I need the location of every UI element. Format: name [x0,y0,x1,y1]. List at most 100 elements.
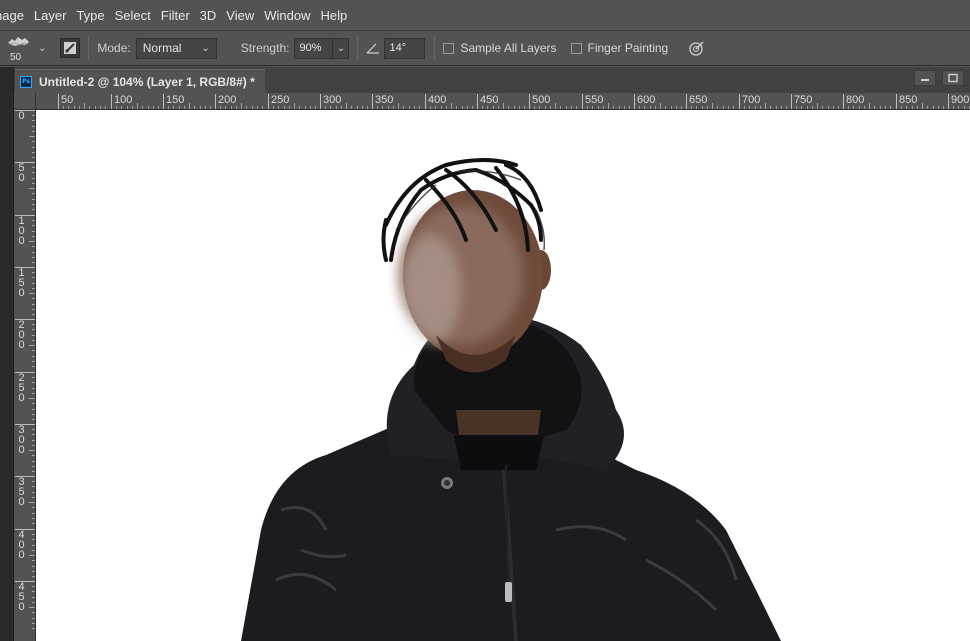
minimize-button[interactable] [914,70,936,86]
sample-all-layers-option[interactable]: Sample All Layers [443,41,557,55]
ruler-origin[interactable] [15,93,36,110]
ruler-tick [32,177,35,179]
ruler-tick [419,106,421,109]
angle-input[interactable]: 14° [384,37,426,59]
ruler-tick [451,103,453,109]
ruler-tick [780,106,782,109]
ruler-tick [717,106,719,109]
ruler-tick [623,106,625,109]
strength-dropdown-button[interactable]: ⌄ [332,37,350,59]
ruler-tick [356,106,358,109]
ruler-tick [822,106,824,109]
horizontal-ruler[interactable]: 50 100 150 200 250 300 350 400 450 500 550 600 650 70… [36,93,970,110]
ruler-tick [32,617,35,619]
ruler-tick [32,246,35,248]
ruler-tick [32,387,35,389]
ruler-tick [445,106,447,109]
ruler-tick [706,106,708,109]
menu-layer[interactable]: Layer [29,0,72,31]
ruler-tick [963,106,965,109]
ruler-tick [544,106,546,109]
menu-help[interactable]: Help [316,0,353,31]
ruler-tick [32,339,35,341]
ruler-tick [32,277,35,279]
ruler-tick [199,106,201,109]
ruler-tick [283,106,285,109]
ruler-tick [32,360,35,362]
ruler-tick [137,103,139,109]
ruler-tick [29,345,35,347]
chevron-down-icon: ⌄ [336,42,346,54]
ruler-tick [629,106,631,109]
ruler-tick [32,628,35,630]
ruler-tick [32,565,35,567]
ruler-tick [32,601,35,603]
ruler-tick [874,106,876,109]
ruler-tick [958,106,960,109]
ruler-tick [32,125,35,127]
canvas-image [241,158,781,641]
ruler-tick [94,106,96,109]
ruler-tick [937,106,939,109]
ruler-tick [220,106,222,109]
ps-document-icon: Ps [20,75,32,88]
ruler-tick [775,106,777,109]
finger-painting-option[interactable]: Finger Painting [570,41,669,55]
document-tab[interactable]: Ps Untitled-2 @ 104% (Layer 1, RGB/8#) * [15,69,265,93]
menu-select[interactable]: Select [110,0,156,31]
ruler-tick [901,106,903,109]
ruler-tick [32,496,35,498]
ruler-tick [497,106,499,109]
mode-dropdown[interactable]: Normal ⌄ [135,37,217,59]
finger-painting-label: Finger Painting [587,41,669,55]
ruler-tick [32,612,35,614]
ruler-tick [32,220,35,222]
ruler-tick [660,103,662,109]
ruler-tick [32,539,35,541]
menu-type[interactable]: Type [71,0,109,31]
ruler-tick [32,465,35,467]
vertical-ruler[interactable]: 050100150200250300350400450 [15,110,36,641]
document-canvas[interactable] [36,110,970,641]
angle-value: 14° [389,42,407,54]
chevron-down-icon[interactable]: ⌄ [38,43,46,54]
ruler-tick [32,366,35,368]
mode-value: Normal [142,41,182,55]
pressure-icon[interactable] [688,40,705,57]
ruler-tick [879,106,881,109]
ruler-tick [32,491,35,493]
brush-preset-picker[interactable]: 50 [4,32,36,65]
finger-painting-checkbox[interactable] [570,42,582,54]
ruler-tick [32,146,35,148]
sample-all-layers-checkbox[interactable] [443,42,455,54]
ruler-tick [587,106,589,109]
ruler-tick [560,106,562,109]
ruler-tick [597,106,599,109]
ruler-tick [539,106,541,109]
menu-window[interactable]: Window [259,0,315,31]
ruler-tick [29,241,35,243]
ruler-tick [832,106,834,109]
ruler-tick [786,106,788,109]
ruler-tick [32,413,35,415]
ruler-tick [32,512,35,514]
ruler-tick [78,106,80,109]
strength-input[interactable]: 90% [294,37,333,59]
maximize-button[interactable] [942,70,964,86]
ruler-tick [32,486,35,488]
ruler-tick [461,106,463,109]
menu-3d[interactable]: 3D [195,0,222,31]
menu-view[interactable]: View [221,0,259,31]
menu-nage[interactable]: nage [0,0,29,31]
brush-settings-toggle[interactable] [60,38,81,58]
ruler-tick [89,106,91,109]
ruler-tick [262,106,264,109]
ruler-tick [32,481,35,483]
ruler-tick [304,106,306,109]
ruler-tick [241,103,243,109]
menu-filter[interactable]: Filter [156,0,195,31]
ruler-tick [32,591,35,593]
ruler-tick [309,106,311,109]
ruler-tick [330,106,332,109]
ruler-tick [681,106,683,109]
